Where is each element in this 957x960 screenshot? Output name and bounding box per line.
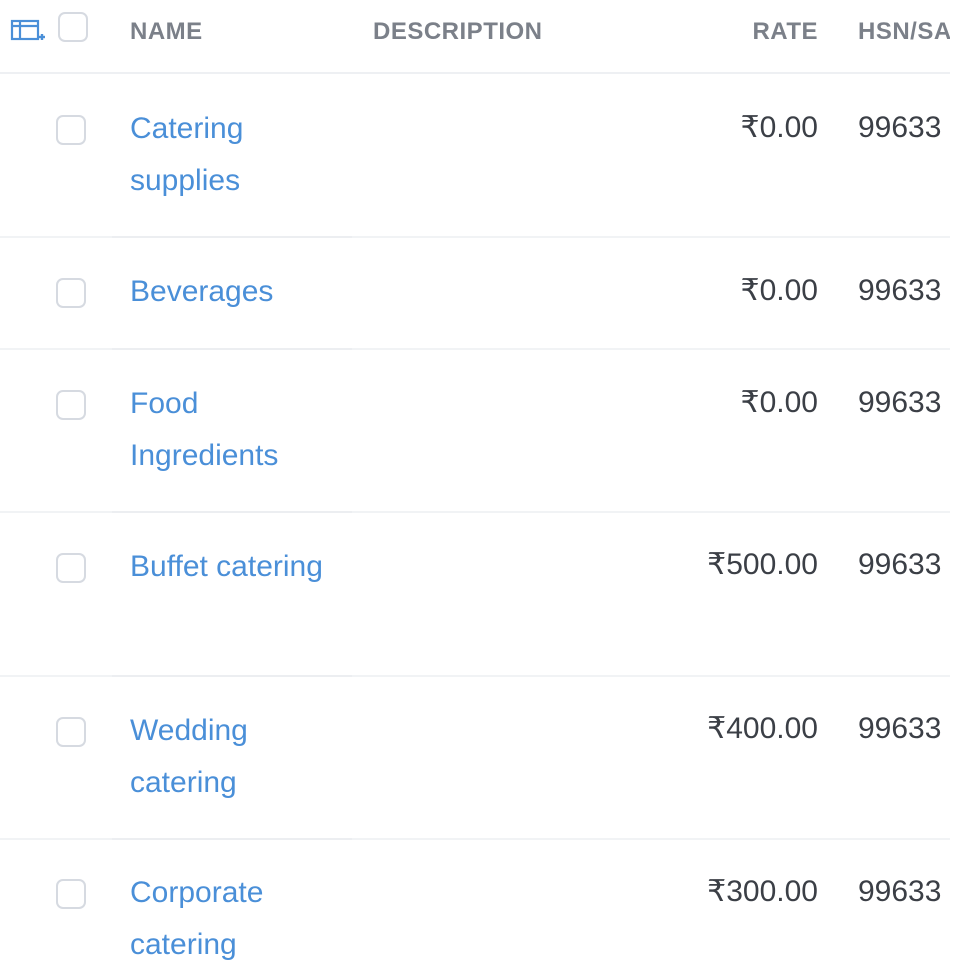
item-name-link[interactable]: Food Ingredients [130,378,330,482]
table-header: NAME DESCRIPTION RATE HSN/SA [0,0,950,74]
item-name-link[interactable]: Buffet catering [130,541,330,593]
item-name-link[interactable]: Beverages [130,266,330,318]
item-name-link[interactable]: Corporate catering [130,867,330,960]
item-rate: ₹0.00 [740,111,818,144]
row-checkbox[interactable] [56,278,86,308]
table-row[interactable]: Wedding catering ₹400.00 99633 [0,677,950,840]
item-rate: ₹300.00 [707,875,818,908]
table-row[interactable]: Food Ingredients ₹0.00 99633 [0,350,950,513]
items-table: NAME DESCRIPTION RATE HSN/SA Catering su… [0,0,950,960]
item-rate: ₹500.00 [707,548,818,581]
item-rate: ₹0.00 [740,274,818,307]
item-name-link[interactable]: Wedding catering [130,705,330,809]
column-header-hsn[interactable]: HSN/SA [858,18,950,46]
item-name-link[interactable]: Catering supplies [130,103,330,207]
table-row[interactable]: Catering supplies ₹0.00 99633 [0,74,950,238]
column-header-rate[interactable]: RATE [752,18,818,46]
item-hsn: 99633 [858,548,942,581]
table-row[interactable]: Buffet catering ₹500.00 99633 [0,513,950,677]
column-header-name[interactable]: NAME [130,18,203,46]
item-hsn: 99633 [858,875,942,908]
item-hsn: 99633 [858,386,942,419]
row-checkbox[interactable] [56,115,86,145]
item-hsn: 99633 [858,274,942,307]
row-checkbox[interactable] [56,717,86,747]
row-checkbox[interactable] [56,553,86,583]
table-row[interactable]: Corporate catering ₹300.00 99633 [0,840,950,960]
select-all-checkbox[interactable] [58,12,88,42]
row-checkbox[interactable] [56,390,86,420]
item-rate: ₹0.00 [740,386,818,419]
column-header-description[interactable]: DESCRIPTION [373,18,543,46]
item-hsn: 99633 [858,712,942,745]
item-hsn: 99633 [858,111,942,144]
row-checkbox[interactable] [56,879,86,909]
column-settings-icon[interactable] [10,19,48,45]
table-row[interactable]: Beverages ₹0.00 99633 [0,238,950,350]
item-rate: ₹400.00 [707,712,818,745]
